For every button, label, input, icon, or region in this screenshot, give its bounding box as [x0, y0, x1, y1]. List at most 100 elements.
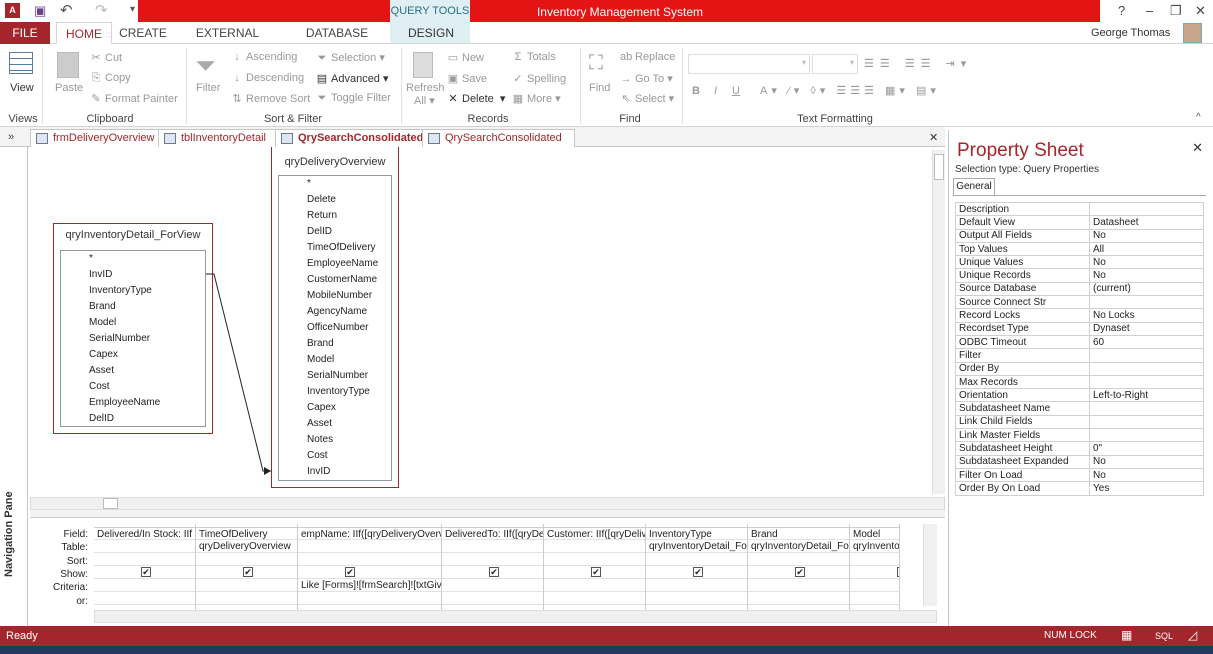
query-design-canvas[interactable]: qryInventoryDetail_ForView * InvID Invento… [30, 147, 945, 497]
query-design-grid[interactable]: Field: Table: Sort: Show: Criteria: or: Deliv… [30, 518, 945, 626]
tab-file[interactable]: FILE [0, 22, 50, 44]
table-cell[interactable] [544, 540, 645, 553]
restore-button[interactable]: ❐ [1170, 3, 1182, 19]
replace-button[interactable]: ab Replace [620, 51, 675, 63]
field-cell[interactable]: Delivered/In Stock: IIf [94, 527, 195, 540]
property-value[interactable]: Dynaset [1089, 321, 1204, 336]
criteria-cell[interactable] [544, 579, 645, 592]
property-row[interactable]: Unique Values No [955, 255, 1204, 270]
binoculars-icon[interactable]: ⛶ [589, 52, 603, 75]
remove-sort-button[interactable]: ⇅ Remove Sort [231, 92, 310, 105]
copy-button[interactable]: ⎘ Copy [90, 72, 131, 85]
field-cell[interactable]: Brand [748, 527, 849, 540]
find-button[interactable]: Find [589, 82, 610, 94]
close-document-button[interactable]: ✕ [929, 131, 938, 144]
property-row[interactable]: Description [955, 201, 1204, 217]
or-cell[interactable] [748, 592, 849, 605]
property-value[interactable] [1089, 295, 1204, 310]
table-cell[interactable] [298, 540, 441, 553]
toggle-filter-button[interactable]: ⏷ Toggle Filter [316, 92, 391, 105]
undo-icon[interactable]: ↶ [60, 1, 73, 19]
tab-general[interactable]: General [953, 178, 995, 195]
more-button[interactable]: ▦ More ▾ [512, 92, 561, 105]
property-value[interactable]: All [1089, 241, 1204, 257]
font-color-buttons[interactable]: A▾ ⁄▾ ◊▾ ☰☰☰ ▦▾ ▤▾ [760, 84, 940, 97]
sort-cell[interactable] [196, 553, 297, 566]
property-value[interactable]: No [1089, 255, 1204, 270]
show-checkbox[interactable]: ✔ [345, 567, 355, 577]
minimize-button[interactable]: – [1146, 3, 1153, 18]
property-value[interactable]: No Locks [1089, 308, 1204, 323]
grid-column[interactable]: TimeOfDelivery qryDeliveryOverview ✔ [196, 524, 298, 612]
save-icon[interactable]: ▣ [34, 3, 46, 19]
grid-vertical-scrollbar[interactable] [923, 524, 937, 606]
property-value[interactable] [1089, 414, 1204, 430]
format-painter-button[interactable]: ✎ Format Painter [90, 92, 177, 105]
redo-icon[interactable]: ↷ [95, 1, 108, 19]
property-row[interactable]: Unique Records No [955, 268, 1204, 283]
pane-splitter[interactable] [30, 510, 945, 518]
property-value[interactable] [1089, 401, 1204, 416]
property-value[interactable]: No [1089, 228, 1204, 243]
tab-external-data[interactable]: EXTERNAL DATA [180, 22, 275, 62]
property-value[interactable]: Left-to-Right [1089, 388, 1204, 403]
criteria-cell[interactable] [196, 579, 297, 592]
property-row[interactable]: Filter On Load No [955, 467, 1204, 483]
property-row[interactable]: Recordset Type Dynaset [955, 321, 1204, 336]
descending-button[interactable]: ↓ Descending [231, 72, 304, 84]
sort-cell[interactable] [298, 553, 441, 566]
or-cell[interactable] [850, 592, 899, 605]
show-cell[interactable]: ✔ [748, 566, 849, 579]
paste-button[interactable]: Paste [55, 82, 83, 94]
criteria-cell[interactable] [748, 579, 849, 592]
property-value[interactable]: 60 [1089, 334, 1204, 350]
grid-column[interactable]: Brand qryInventoryDetail_Fo ✔ [748, 524, 850, 612]
refresh-icon[interactable] [413, 52, 433, 78]
doc-tab-frmdeliveryoverview[interactable]: frmDeliveryOverview [30, 129, 168, 147]
refresh-all-button[interactable]: Refresh All ▾ [406, 82, 445, 107]
criteria-cell[interactable] [646, 579, 747, 592]
view-button[interactable]: View [10, 82, 34, 94]
property-value[interactable] [1089, 348, 1204, 363]
property-value[interactable]: Yes [1089, 481, 1204, 496]
bold-button[interactable]: B [692, 85, 700, 97]
view-icon[interactable] [9, 52, 33, 74]
property-row[interactable]: Order By [955, 361, 1204, 376]
font-size-dropdown[interactable]: ▾ [812, 54, 858, 74]
grid-column[interactable]: Customer: IIf([qryDeliv ✔ [544, 524, 646, 612]
show-checkbox[interactable]: ✔ [243, 567, 253, 577]
property-row[interactable]: Record Locks No Locks [955, 308, 1204, 323]
show-checkbox[interactable]: ✔ [897, 567, 899, 577]
criteria-cell[interactable] [850, 579, 899, 592]
or-cell[interactable] [442, 592, 543, 605]
sql-view-button[interactable]: SQL [1155, 631, 1173, 641]
table-cell[interactable]: qryInventoryDetail_Fo [646, 540, 747, 553]
navigation-pane[interactable]: Navigation Pane [0, 147, 28, 626]
show-checkbox[interactable]: ✔ [489, 567, 499, 577]
tab-home[interactable]: HOME [56, 22, 112, 44]
show-cell[interactable]: ✔ [94, 566, 195, 579]
property-value[interactable] [1089, 201, 1204, 217]
close-button[interactable]: ✕ [1195, 3, 1206, 19]
design-view-icon[interactable]: ◿ [1188, 628, 1197, 642]
grid-column[interactable]: Delivered/In Stock: IIf ✔ [94, 524, 196, 612]
show-cell[interactable]: ✔ [646, 566, 747, 579]
property-value[interactable]: Datasheet [1089, 215, 1204, 230]
table-cell[interactable]: qryDeliveryOverview [196, 540, 297, 553]
property-value[interactable]: No [1089, 454, 1204, 469]
font-name-dropdown[interactable]: ▾ [688, 54, 810, 74]
or-cell[interactable] [94, 592, 195, 605]
spelling-button[interactable]: ✓ Spelling [512, 72, 566, 85]
property-value[interactable] [1089, 361, 1204, 376]
property-row[interactable]: Order By On Load Yes [955, 481, 1204, 496]
grid-horizontal-scrollbar[interactable] [94, 610, 937, 623]
property-row[interactable]: Link Child Fields [955, 414, 1204, 430]
criteria-cell[interactable] [442, 579, 543, 592]
property-value[interactable] [1089, 374, 1204, 390]
show-checkbox[interactable]: ✔ [141, 567, 151, 577]
collapse-ribbon-icon[interactable]: ^ [1196, 112, 1201, 123]
table-cell[interactable]: qryInventoryDe [850, 540, 899, 553]
property-row[interactable]: Filter [955, 348, 1204, 363]
canvas-horizontal-scrollbar[interactable] [30, 497, 945, 510]
property-row[interactable]: Link Master Fields [955, 428, 1204, 443]
